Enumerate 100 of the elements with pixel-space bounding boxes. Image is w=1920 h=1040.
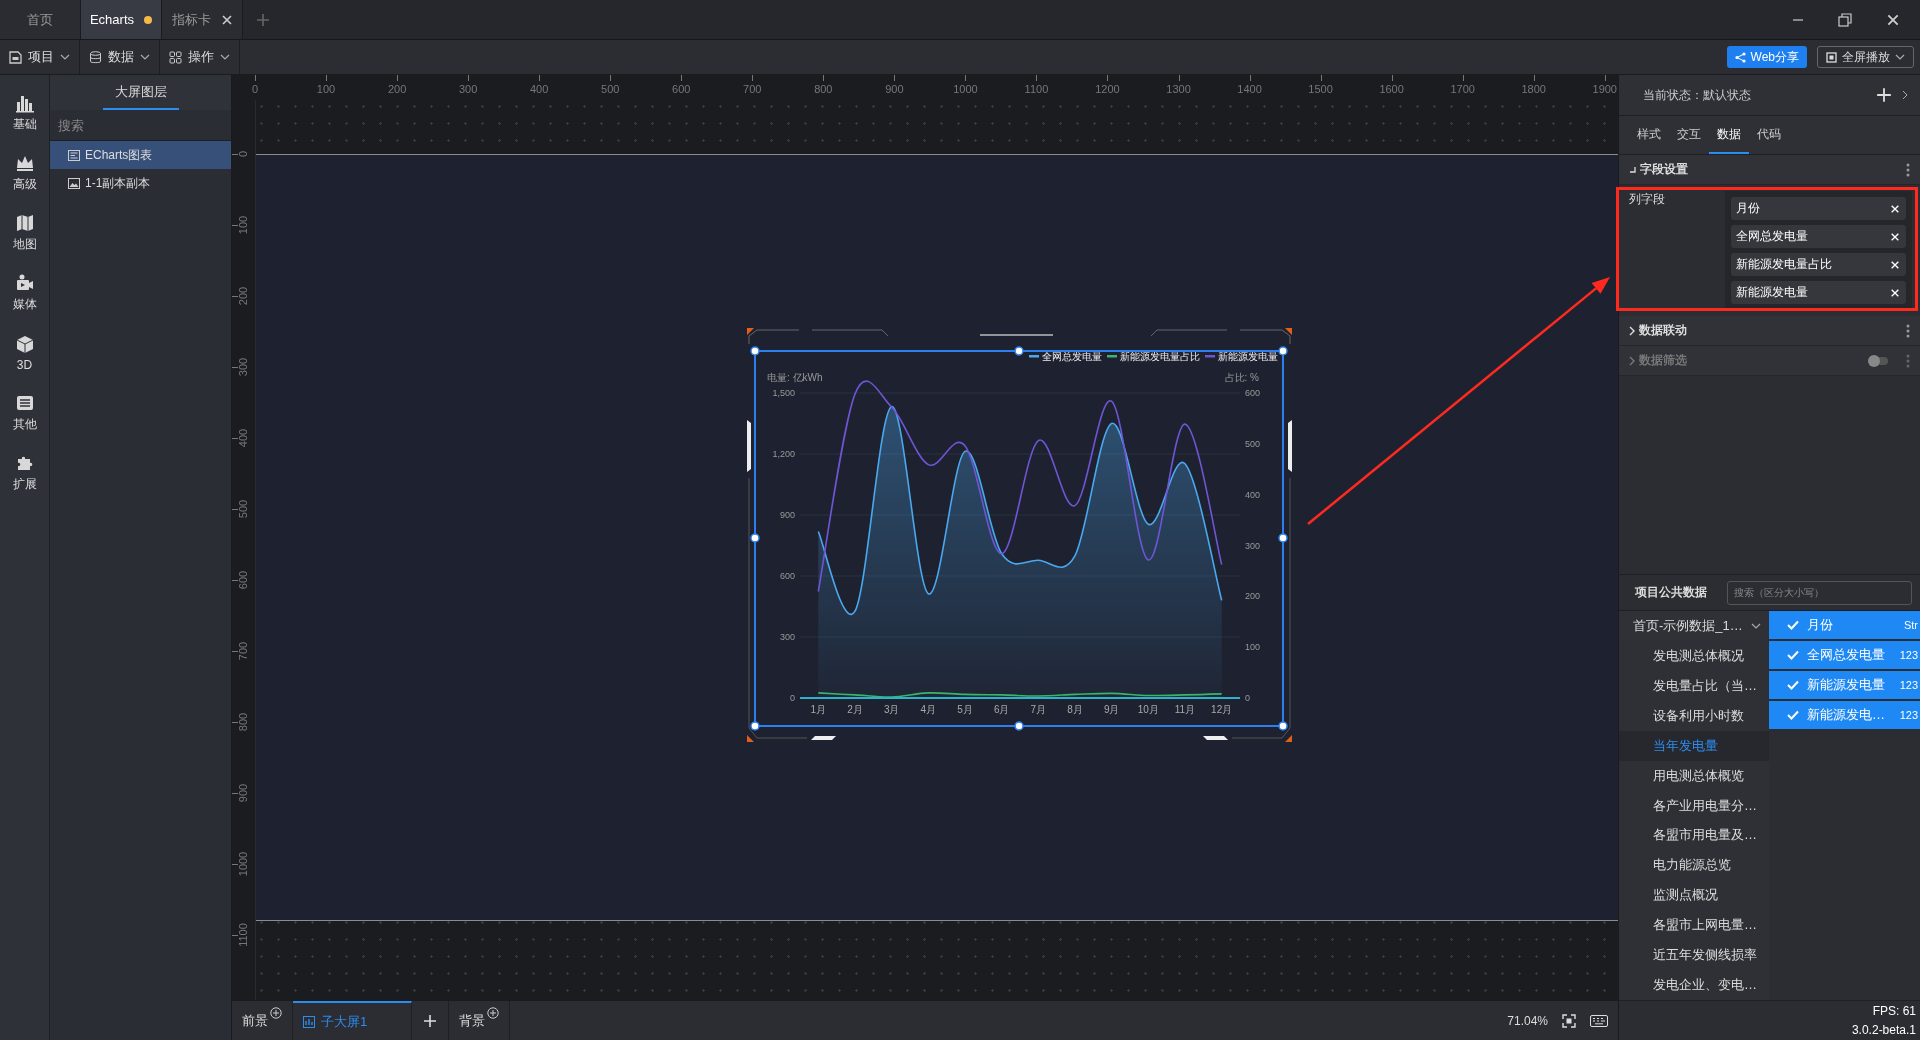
axis-tick-label: 9月 <box>1103 704 1120 715</box>
resize-handle[interactable] <box>1014 346 1024 356</box>
search-field[interactable]: 搜索（区分大小写） <box>1727 580 1912 605</box>
data-field-item[interactable]: 新能源发电… 123 <box>1769 701 1920 730</box>
screen-icon <box>303 1015 315 1028</box>
zoom-level: 71.04% <box>1507 1013 1548 1028</box>
chart-icon <box>68 149 80 161</box>
dataset-item[interactable]: 各盟市用电量及… <box>1619 820 1769 851</box>
field-type: 123 <box>1899 709 1918 722</box>
axis-tick-label: 300 <box>779 632 795 642</box>
dataset-item[interactable]: 监测点概况 <box>1619 880 1769 911</box>
check-icon <box>1787 680 1799 691</box>
menu-button[interactable]: 操作 <box>160 40 240 74</box>
axis-tick-label: 1,500 <box>772 388 795 398</box>
tab[interactable]: 首页 <box>0 0 81 39</box>
resize-handle[interactable] <box>750 533 760 543</box>
category-button[interactable]: 媒体 <box>0 263 49 323</box>
tab[interactable]: Echarts <box>81 0 162 39</box>
plus-circle-icon[interactable] <box>487 1007 499 1019</box>
field-type: 123 <box>1899 679 1918 692</box>
plus-circle-icon[interactable] <box>270 1007 282 1019</box>
resize-handle[interactable] <box>750 346 760 356</box>
field-name: 月份 <box>1736 200 1760 217</box>
dataset-item[interactable]: 用电测总体概览 <box>1619 760 1769 791</box>
ruler-label: 1500 <box>1308 83 1333 95</box>
axis-tick-label: 200 <box>1245 591 1261 602</box>
category-button[interactable]: 其他 <box>0 383 49 443</box>
chevron-right-icon[interactable] <box>1902 90 1908 100</box>
add-screen-icon[interactable] <box>423 1013 437 1028</box>
restore-icon[interactable] <box>1838 12 1852 27</box>
tab[interactable]: 交互 <box>1669 116 1709 154</box>
keyboard-icon[interactable] <box>1590 1014 1608 1027</box>
dataset-item[interactable]: 近五年发侧线损率 <box>1619 940 1769 971</box>
layer-item[interactable]: ECharts图表 <box>50 141 231 169</box>
field-name: 新能源发电量 <box>1736 284 1808 301</box>
resize-handle[interactable] <box>1278 721 1288 731</box>
section-header[interactable]: 数据联动 <box>1619 316 1920 346</box>
dataset-item[interactable]: 电力能源总览 <box>1619 850 1769 881</box>
layer-item[interactable]: 1-1副本副本 <box>50 169 231 197</box>
tab[interactable]: 代码 <box>1749 116 1789 154</box>
resize-handle[interactable] <box>1014 721 1024 731</box>
share-icon <box>1734 51 1746 63</box>
axis-tick-label: 600 <box>1245 388 1261 398</box>
dataset-item[interactable]: 当年发电量 <box>1619 730 1769 761</box>
dataset-item[interactable]: 发电企业、变电… <box>1619 970 1769 1001</box>
data-field-item[interactable]: 月份 Str <box>1769 611 1920 640</box>
layer-label: 背景 <box>459 1011 485 1030</box>
resize-handle[interactable] <box>1278 533 1288 543</box>
section-header[interactable]: 字段设置 <box>1619 155 1920 185</box>
category-button[interactable]: 高级 <box>0 143 49 203</box>
remove-icon[interactable] <box>1890 259 1900 270</box>
category-button[interactable]: 地图 <box>0 203 49 263</box>
ruler-label: 0 <box>237 150 249 158</box>
ruler-label: 1000 <box>237 852 249 877</box>
map-icon <box>14 213 35 233</box>
axis-tick-label: 1月 <box>810 704 827 715</box>
remove-icon[interactable] <box>1890 203 1900 214</box>
add-state-icon[interactable] <box>1876 87 1892 103</box>
resize-handle[interactable] <box>1278 346 1288 356</box>
menu-button[interactable]: 数据 <box>80 40 160 74</box>
dataset-item[interactable]: 设备利用小时数 <box>1619 700 1769 731</box>
dataset-item[interactable]: 各产业用电量分… <box>1619 790 1769 821</box>
database-icon <box>89 50 102 64</box>
data-field-item[interactable]: 全网总发电量 123 <box>1769 641 1920 670</box>
remove-icon[interactable] <box>1890 287 1900 298</box>
dataset-item[interactable]: 发电测总体概况 <box>1619 640 1769 671</box>
screen-tab[interactable]: 子大屏1 <box>293 1001 412 1040</box>
remove-icon[interactable] <box>1890 231 1900 242</box>
category-button[interactable]: 扩展 <box>0 443 49 503</box>
ruler-label: 1100 <box>237 923 249 948</box>
tab[interactable]: 指标卡 <box>162 0 243 39</box>
category-button[interactable]: 基础 <box>0 83 49 143</box>
resize-handle[interactable] <box>750 721 760 731</box>
fit-screen-icon[interactable] <box>1562 1013 1576 1028</box>
menu-button[interactable]: 项目 <box>0 40 80 74</box>
fullscreen-button[interactable]: 全屏播放 <box>1817 46 1914 68</box>
ruler-label: 1000 <box>953 83 978 95</box>
section-title: 项目公共数据 <box>1635 584 1707 601</box>
close-icon[interactable] <box>220 13 233 26</box>
data-field-item[interactable]: 新能源发电量 123 <box>1769 671 1920 700</box>
check-icon <box>1787 650 1799 661</box>
dataset-item[interactable]: 各盟市上网电量… <box>1619 910 1769 941</box>
axis-title: 占比: % <box>1224 372 1259 383</box>
current-state-label: 当前状态：默认状态 <box>1643 86 1752 104</box>
more-icon <box>1906 353 1910 368</box>
caret-icon <box>1895 54 1905 60</box>
axis-tick-label: 900 <box>779 510 795 520</box>
ruler-label: 700 <box>237 642 249 661</box>
tab[interactable]: 样式 <box>1629 116 1669 154</box>
fullscreen-icon <box>1826 51 1837 63</box>
ruler-label: 700 <box>743 83 762 95</box>
dataset-item[interactable]: 发电量占比（当… <box>1619 670 1769 701</box>
ruler-label: 200 <box>237 286 249 306</box>
ruler-label: 0 <box>251 83 259 95</box>
toggle-switch[interactable] <box>1870 356 1888 365</box>
category-button[interactable]: 3D <box>0 323 49 383</box>
axis-tick-label: 7月 <box>1030 704 1047 715</box>
share-button[interactable]: Web分享 <box>1726 46 1807 68</box>
close-icon[interactable] <box>1886 12 1900 27</box>
ruler-label: 1900 <box>1592 83 1617 95</box>
